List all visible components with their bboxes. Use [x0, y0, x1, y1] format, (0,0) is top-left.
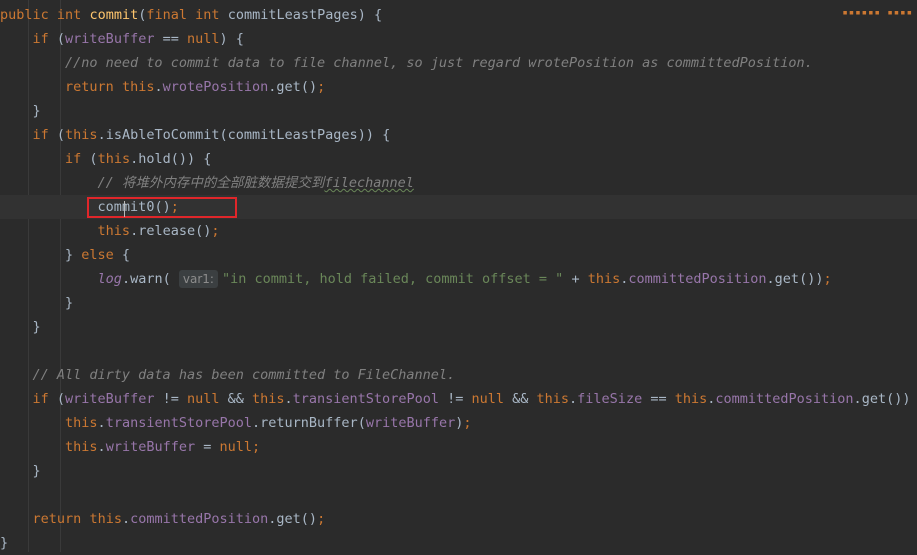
- code-line-5[interactable]: }: [0, 99, 917, 123]
- keyword: else: [81, 247, 114, 263]
- comment: //no need to commit data to file channel…: [65, 55, 813, 71]
- method-call: get: [861, 391, 887, 407]
- code-line-22[interactable]: return this.committedPosition.get();: [0, 507, 917, 531]
- keyword: this: [65, 415, 98, 431]
- code-line-4[interactable]: return this.wrotePosition.get();: [0, 75, 917, 99]
- code-line-1[interactable]: public int commit(final int commitLeastP…: [0, 3, 917, 27]
- keyword: if: [32, 31, 49, 47]
- code-line-8[interactable]: // 将堆外内存中的全部脏数据提交到filechannel: [0, 171, 917, 195]
- parameter-hint: var1:: [178, 270, 218, 288]
- method-call: hold: [138, 151, 171, 167]
- keyword: this: [674, 391, 708, 407]
- code-line-13[interactable]: }: [0, 291, 917, 315]
- keyword: null: [219, 439, 252, 455]
- text-caret: [124, 201, 125, 217]
- field: transientStorePool: [292, 391, 439, 407]
- keyword: null: [186, 31, 220, 47]
- code-line-3[interactable]: //no need to commit data to file channel…: [0, 51, 917, 75]
- method-name: commit: [89, 7, 139, 23]
- code-line-7[interactable]: if (this.hold()) {: [0, 147, 917, 171]
- error-stripe-marks[interactable]: ▪▪▪▪▪▪ ▪▪▪▪: [842, 8, 913, 18]
- keyword: this: [65, 439, 98, 455]
- code-line-11[interactable]: } else {: [0, 243, 917, 267]
- field: writeBuffer: [365, 415, 456, 431]
- argument: commitLeastPages: [227, 127, 358, 143]
- field: writeBuffer: [65, 391, 155, 407]
- field: committedPosition: [628, 271, 767, 287]
- comment: // 将堆外内存中的全部脏数据提交到: [97, 175, 325, 191]
- string-literal: "in commit, hold failed, commit offset =…: [221, 271, 564, 287]
- method-call: get: [774, 271, 800, 287]
- field: writeBuffer: [105, 439, 196, 455]
- method-call: isAbleToCommit: [105, 127, 220, 143]
- keyword: this: [65, 127, 98, 143]
- keyword: final: [146, 7, 188, 23]
- keyword: null: [471, 391, 504, 407]
- method-call: get: [276, 511, 301, 527]
- code-line-19[interactable]: this.writeBuffer = null;: [0, 435, 917, 459]
- keyword: return: [32, 511, 82, 527]
- keyword: this: [89, 511, 122, 527]
- method-call: warn: [130, 271, 163, 287]
- code-line-6[interactable]: if (this.isAbleToCommit(commitLeastPages…: [0, 123, 917, 147]
- keyword: int: [195, 7, 220, 23]
- keyword: if: [32, 391, 49, 407]
- method-call: release: [138, 223, 196, 239]
- code-line-20[interactable]: }: [0, 459, 917, 483]
- field: log: [97, 271, 122, 287]
- field: wrotePosition: [162, 79, 269, 95]
- code-line-17[interactable]: if (writeBuffer != null && this.transien…: [0, 387, 917, 411]
- comment: // All dirty data has been committed to …: [32, 367, 456, 383]
- keyword: public: [0, 7, 49, 23]
- keyword: if: [65, 151, 82, 167]
- keyword: this: [252, 391, 285, 407]
- code-line-18[interactable]: this.transientStorePool.returnBuffer(wri…: [0, 411, 917, 435]
- keyword: this: [97, 151, 131, 167]
- field: committedPosition: [130, 511, 269, 527]
- keyword: null: [186, 391, 220, 407]
- keyword: int: [56, 7, 82, 23]
- code-line-23[interactable]: }: [0, 531, 917, 555]
- code-editor[interactable]: public int commit(final int commitLeastP…: [0, 0, 917, 552]
- code-line-12[interactable]: log.warn( var1: "in commit, hold failed, …: [0, 267, 917, 291]
- field: committedPosition: [715, 391, 854, 407]
- field: transientStorePool: [105, 415, 252, 431]
- method-call: returnBuffer: [260, 415, 358, 431]
- keyword: this: [536, 391, 570, 407]
- method-call: get: [276, 79, 301, 95]
- keyword: if: [32, 127, 49, 143]
- field: fileSize: [577, 391, 643, 407]
- highlight-box: [87, 197, 237, 218]
- keyword: this: [587, 271, 621, 287]
- keyword: return: [65, 79, 114, 95]
- keyword: this: [121, 79, 155, 95]
- code-line-10[interactable]: this.release();: [0, 219, 917, 243]
- comment-typo: filechannel: [324, 175, 414, 191]
- code-line-2[interactable]: if (writeBuffer == null) {: [0, 27, 917, 51]
- keyword: this: [97, 223, 131, 239]
- field: writeBuffer: [65, 31, 155, 47]
- parameter: commitLeastPages: [227, 7, 358, 23]
- code-line-14[interactable]: }: [0, 315, 917, 339]
- code-line-16[interactable]: // All dirty data has been committed to …: [0, 363, 917, 387]
